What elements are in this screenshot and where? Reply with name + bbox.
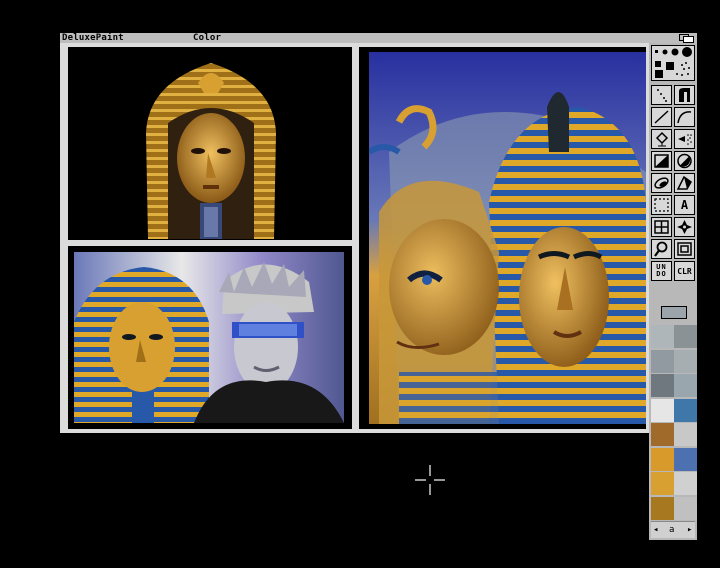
title-bar: DeluxePaint Color: [60, 33, 697, 43]
palette-swatch[interactable]: [651, 374, 674, 397]
undo-button[interactable]: UN DO: [651, 261, 672, 281]
continuous-freehand-icon[interactable]: [674, 85, 695, 105]
straight-line-icon[interactable]: [651, 107, 672, 127]
palette-swatch[interactable]: [651, 423, 674, 446]
palette-prev-arrow[interactable]: ◂: [653, 524, 658, 536]
palette-nav: ◂ a ▸: [651, 521, 695, 538]
palette-swatch[interactable]: [651, 398, 674, 422]
ellipse-icon[interactable]: [651, 173, 672, 193]
fill-icon[interactable]: [651, 129, 672, 149]
palette-swatch[interactable]: [674, 374, 697, 397]
brush-size-selector[interactable]: [651, 45, 695, 81]
rectangle-icon[interactable]: [651, 151, 672, 171]
dotted-freehand-icon[interactable]: [651, 85, 672, 105]
palette-swatch[interactable]: [651, 349, 674, 373]
clear-button[interactable]: CLR: [674, 261, 695, 281]
depth-gadget-icon[interactable]: [679, 34, 694, 43]
palette-swatch[interactable]: [674, 398, 697, 422]
current-color-indicator[interactable]: [661, 306, 687, 319]
palette-swatch[interactable]: [674, 472, 697, 495]
palette-swatch[interactable]: [651, 447, 674, 471]
crosshair-cursor-icon: [415, 465, 445, 495]
palette-swatch[interactable]: [674, 423, 697, 446]
palette-swatch[interactable]: [674, 496, 697, 520]
polygon-icon[interactable]: [674, 173, 695, 193]
image-panel-duo: [68, 246, 352, 429]
double-pharaoh-profile: [369, 52, 646, 424]
tutankhamun-mask-portrait: [128, 53, 294, 239]
text-tool[interactable]: A: [674, 195, 695, 215]
palette-swatch[interactable]: [674, 447, 697, 471]
symmetry-icon[interactable]: [674, 217, 695, 237]
pharaoh-and-punk-portrait: [74, 252, 344, 423]
circle-icon[interactable]: [674, 151, 695, 171]
brush-select-icon[interactable]: [651, 195, 672, 215]
palette-swatch[interactable]: [651, 325, 674, 348]
curve-icon[interactable]: [674, 107, 695, 127]
airbrush-icon[interactable]: [674, 129, 695, 149]
palette-swatch[interactable]: [674, 325, 697, 348]
palette-swatch[interactable]: [651, 472, 674, 495]
zoom-icon[interactable]: [674, 239, 695, 259]
palette-next-arrow[interactable]: ▸: [687, 524, 692, 536]
magnify-icon[interactable]: [651, 239, 672, 259]
palette-page-label: a: [669, 525, 675, 535]
canvas[interactable]: [60, 43, 649, 433]
image-panel-profile: [359, 47, 646, 429]
grid-icon[interactable]: [651, 217, 672, 237]
toolbox: A UN DO CLR ◂ a ▸: [649, 43, 697, 540]
palette-swatch[interactable]: [674, 349, 697, 373]
palette-swatch[interactable]: [651, 496, 674, 520]
image-panel-mask: [68, 47, 352, 240]
